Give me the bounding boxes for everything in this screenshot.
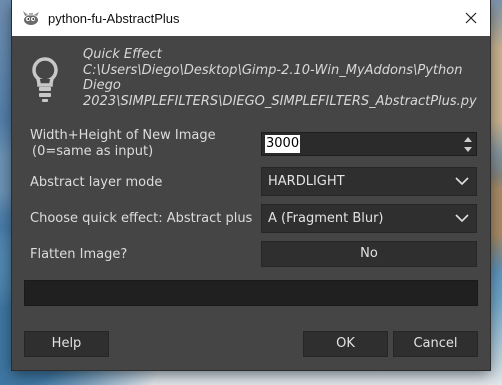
spin-down-icon xyxy=(464,146,472,152)
info-author: Diego xyxy=(83,78,121,93)
size-label: Width+Height of New Image (0=same as inp… xyxy=(30,128,216,160)
lightbulb-icon xyxy=(32,57,58,102)
help-button[interactable]: Help xyxy=(24,331,109,357)
window-title: python-fu-AbstractPlus xyxy=(48,10,180,26)
title-bar: python-fu-AbstractPlus xyxy=(12,0,490,36)
close-button[interactable] xyxy=(452,0,490,36)
info-file: 2023\SIMPLEFILTERS\DIEGO_SIMPLEFILTERS_A… xyxy=(83,93,477,109)
quick-effect-label: Choose quick effect: Abstract plus xyxy=(30,211,253,226)
chevron-down-icon xyxy=(455,177,469,186)
layer-mode-dropdown[interactable]: HARDLIGHT xyxy=(261,167,477,196)
ok-button[interactable]: OK xyxy=(303,331,388,357)
flatten-label: Flatten Image? xyxy=(30,247,128,262)
plugin-info: Quick Effect C:\Users\Diego\Desktop\Gimp-… xyxy=(83,47,477,109)
spin-up-icon xyxy=(464,136,472,142)
size-label-line2: (0=same as input) xyxy=(32,144,154,159)
info-title: Quick Effect xyxy=(83,47,162,62)
plugin-dialog: python-fu-AbstractPlus Quick Effect C:\Us… xyxy=(12,0,490,370)
spin-down-button[interactable] xyxy=(462,144,474,154)
close-icon xyxy=(465,12,477,24)
info-path: C:\Users\Diego\Desktop\Gimp-2.10-Win_MyA… xyxy=(83,62,463,78)
flatten-toggle-button[interactable]: No xyxy=(261,241,477,267)
layer-mode-label: Abstract layer mode xyxy=(30,175,163,190)
dialog-content: Quick Effect C:\Users\Diego\Desktop\Gimp-… xyxy=(12,36,490,370)
quick-effect-dropdown[interactable]: A (Fragment Blur) xyxy=(261,204,477,233)
chevron-down-icon xyxy=(455,214,469,223)
cancel-button[interactable]: Cancel xyxy=(393,331,478,357)
spin-up-button[interactable] xyxy=(462,134,474,144)
size-label-line1: Width+Height of New Image xyxy=(30,128,216,143)
gimp-wilber-icon xyxy=(22,9,40,27)
size-spinbutton[interactable]: 3000 xyxy=(261,132,477,156)
layer-mode-value: HARDLIGHT xyxy=(268,174,345,189)
size-input[interactable]: 3000 xyxy=(265,135,301,153)
progress-bar xyxy=(24,280,478,306)
quick-effect-value: A (Fragment Blur) xyxy=(268,211,384,226)
